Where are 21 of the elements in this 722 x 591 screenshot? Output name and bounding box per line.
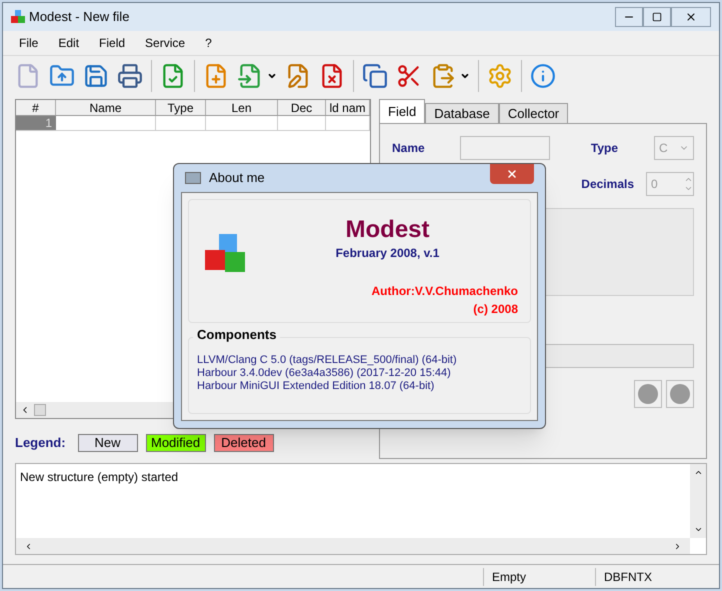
status-text: Empty: [483, 568, 587, 586]
row-number: 1: [16, 116, 56, 130]
component-line: Harbour MiniGUI Extended Edition 18.07 (64-bit): [197, 380, 436, 393]
field-label: Decimals: [581, 176, 634, 193]
legend-swatch: New: [78, 434, 138, 452]
field-label: Name: [392, 140, 426, 157]
version-text: February 2008, v.1: [336, 245, 440, 262]
component-line: Harbour 3.4.0dev (6e3a4a3586) (2017-12-20 15:44): [197, 367, 452, 380]
app-name: Modest: [346, 216, 430, 244]
legend-swatch: Deleted: [214, 434, 274, 452]
status-text: DBFNTX: [595, 568, 699, 586]
dialog-title: About me: [209, 169, 265, 188]
field-label: Type: [590, 140, 618, 157]
group-heading: Components: [193, 328, 280, 341]
component-line: LLVM/Clang C 5.0 (tags/RELEASE_500/final) (64-bit): [197, 354, 458, 367]
legend-label: Legend:: [15, 434, 66, 452]
author-text: Author:V.V.Chumachenko: [372, 283, 518, 300]
copyright-text: (c) 2008: [473, 301, 518, 318]
window-title: Modest - New file: [29, 8, 130, 26]
legend-swatch: Modified: [146, 434, 206, 452]
log-line: New structure (empty) started: [20, 469, 180, 486]
